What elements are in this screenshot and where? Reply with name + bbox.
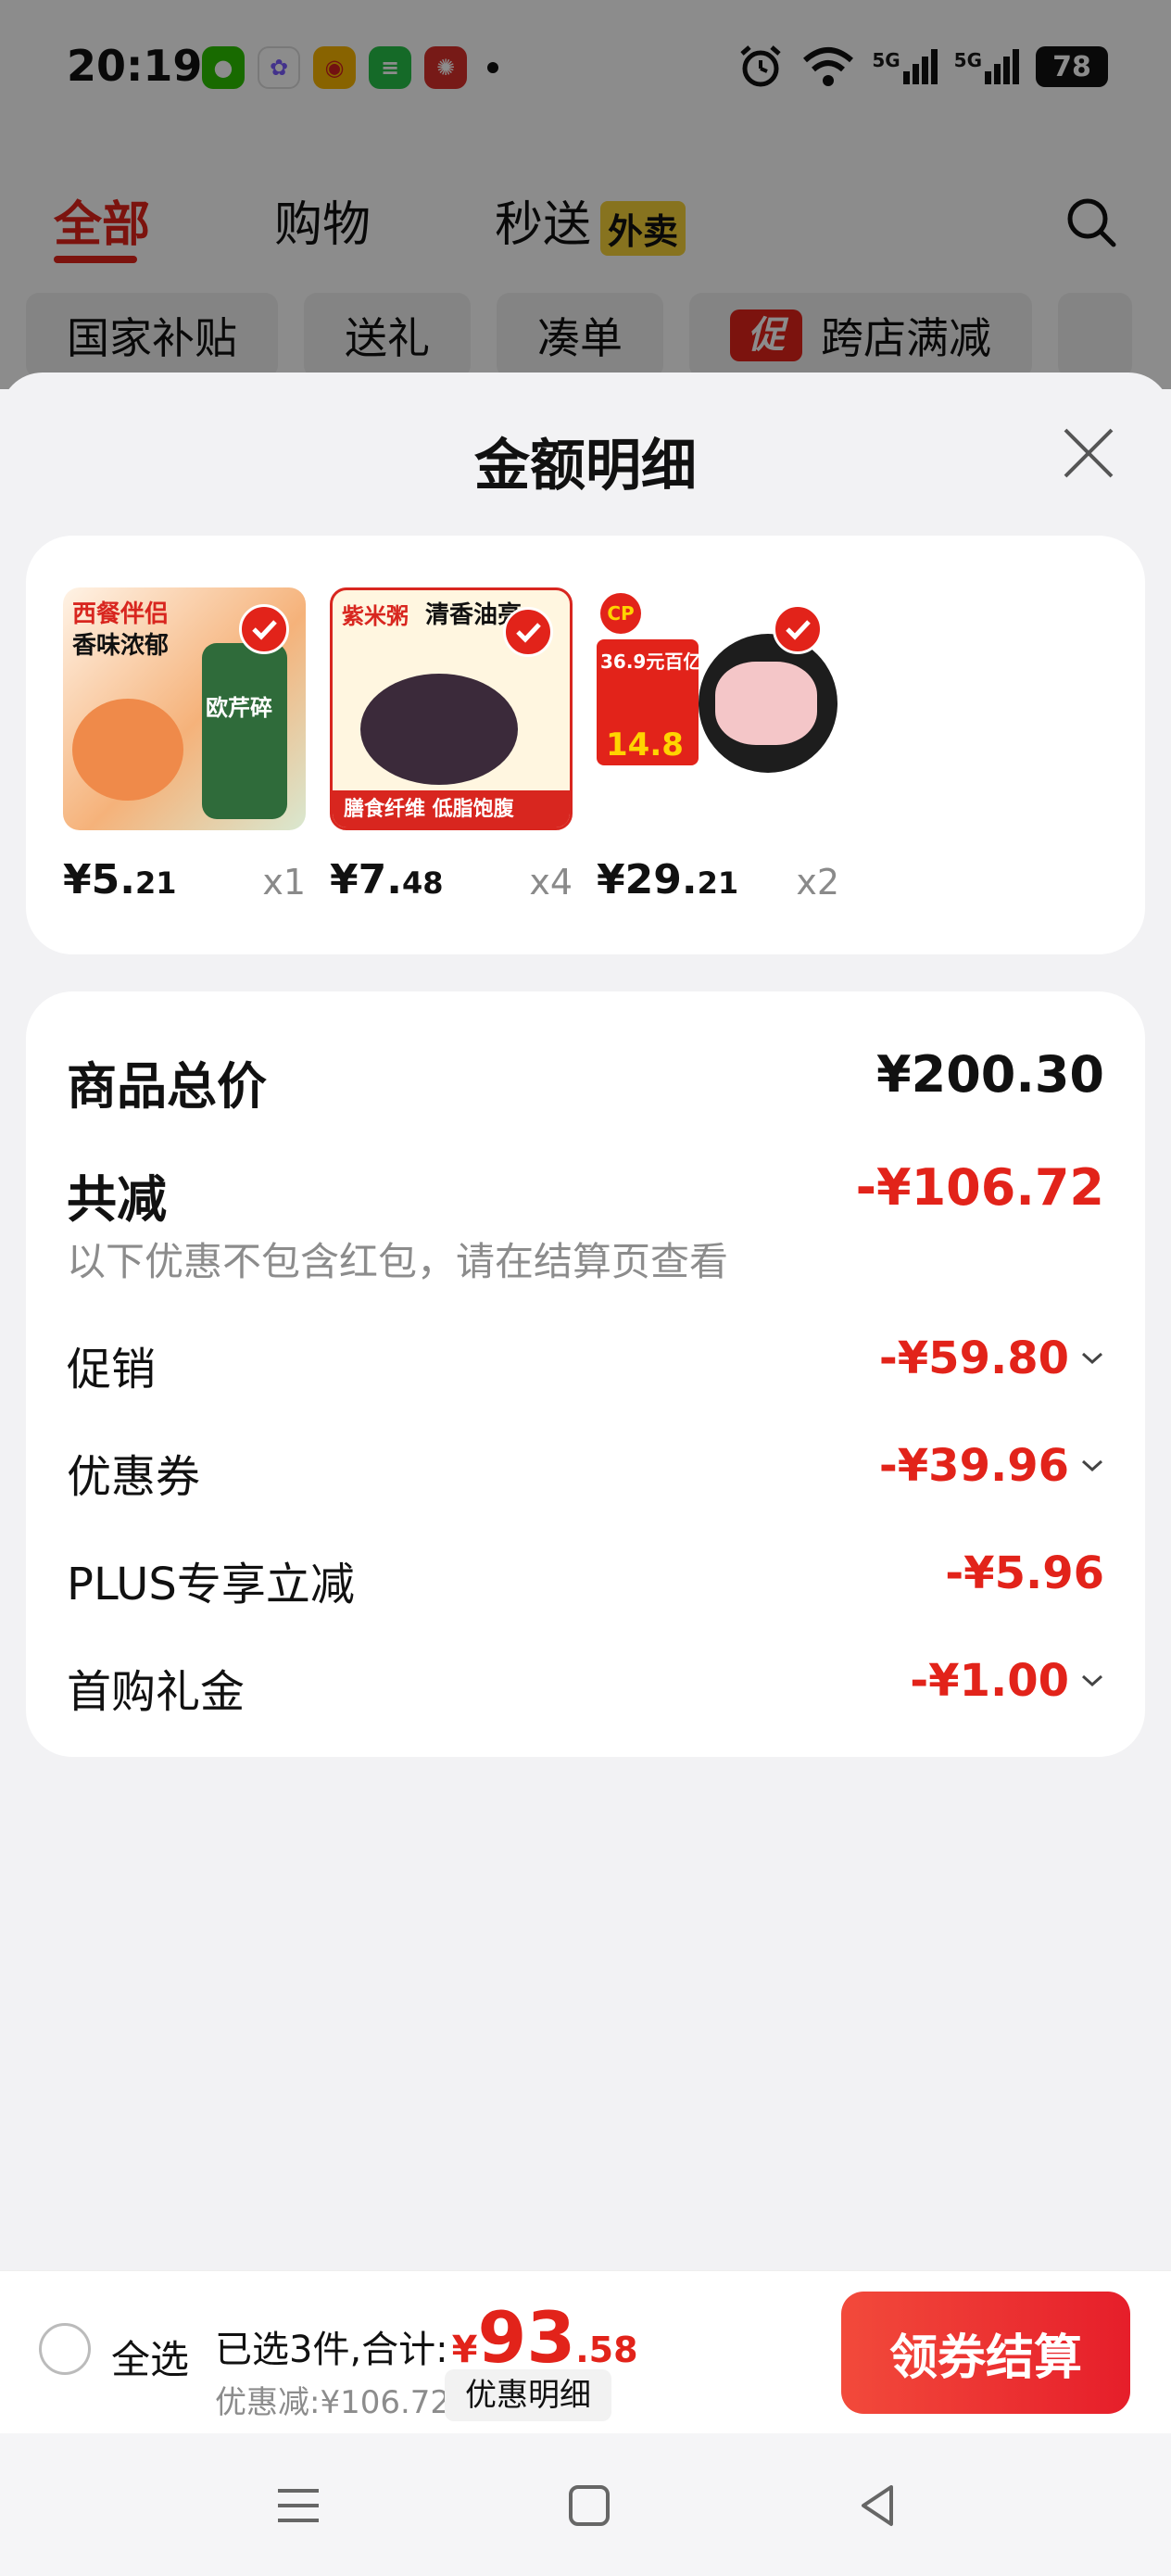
- product-image-text: 36.9元百亿: [600, 650, 702, 673]
- product-quantity: x2: [796, 862, 839, 903]
- rice-bowl-graphic: [360, 674, 518, 785]
- discount-detail-button[interactable]: 优惠明细: [445, 2369, 611, 2421]
- total-price-value: ¥200.30: [876, 1045, 1104, 1104]
- sheet-title: 金额明细: [474, 434, 697, 499]
- product-image-text: 香味浓郁: [72, 632, 170, 660]
- chevron-down-icon: [1081, 1352, 1103, 1365]
- products-card: 西餐伴侣 香味浓郁 欧芹碎 ¥5.21 x1 紫米粥 清香油亮 膳食纤维 低脂饱…: [26, 536, 1145, 954]
- close-icon[interactable]: [1060, 424, 1117, 482]
- selected-check-icon: [503, 607, 553, 657]
- select-all-label[interactable]: 全选: [111, 2329, 189, 2385]
- back-icon[interactable]: [850, 2481, 906, 2530]
- product-item[interactable]: 西餐伴侣 香味浓郁 欧芹碎 ¥5.21 x1: [63, 587, 306, 903]
- checkout-button[interactable]: 领券结算: [841, 2292, 1130, 2414]
- product-image-text: 紫米粥: [342, 603, 409, 629]
- checkout-bar: 全选 已选3件,合计: ¥ 93 .58 优惠减:¥106.72 优惠明细 领券…: [0, 2270, 1171, 2433]
- product-image-text: 西餐伴侣: [72, 600, 170, 628]
- chevron-down-icon: [1081, 1674, 1103, 1687]
- brand-logo: CP: [600, 593, 641, 634]
- food-graphic: [72, 699, 183, 801]
- product-quantity: x1: [262, 862, 306, 903]
- product-price: ¥29.21: [597, 856, 739, 903]
- select-all-radio[interactable]: [39, 2323, 91, 2375]
- plus-discount-amount: -¥5.96: [945, 1547, 1104, 1599]
- modal-overlay[interactable]: [0, 0, 1171, 389]
- home-icon[interactable]: [561, 2481, 617, 2530]
- product-image: 紫米粥 清香油亮 膳食纤维 低脂饱腹: [330, 587, 573, 830]
- product-price: ¥7.48: [330, 856, 444, 903]
- summary-card: 商品总价 ¥200.30 共减 -¥106.72 以下优惠不包含红包，请在结算页…: [26, 991, 1145, 1757]
- total-amount-integer: 93: [477, 2296, 576, 2379]
- selected-check-icon: [773, 604, 823, 654]
- total-price-row: 商品总价 ¥200.30: [67, 1045, 1104, 1116]
- selected-summary: 已选3件,合计: ¥ 93 .58: [215, 2296, 638, 2379]
- chevron-down-icon: [1081, 1459, 1103, 1472]
- product-image: CP 36.9元百亿 14.8: [597, 587, 839, 830]
- product-item[interactable]: CP 36.9元百亿 14.8 ¥29.21 x2: [597, 587, 839, 903]
- product-price: ¥5.21: [63, 856, 177, 903]
- total-amount-decimal: .58: [575, 2330, 638, 2370]
- first-purchase-gift-value: -¥1.00: [910, 1655, 1104, 1707]
- first-purchase-gift-amount: -¥1.00: [910, 1655, 1069, 1707]
- product-item[interactable]: 紫米粥 清香油亮 膳食纤维 低脂饱腹 ¥7.48 x4: [330, 587, 573, 903]
- discount-summary: 优惠减:¥106.72: [215, 2384, 451, 2421]
- promotion-amount: -¥59.80: [878, 1332, 1069, 1384]
- first-purchase-gift-row[interactable]: 首购礼金 -¥1.00: [67, 1655, 1104, 1718]
- total-reduction-value: -¥106.72: [855, 1158, 1104, 1217]
- coupon-value: -¥39.96: [879, 1440, 1104, 1492]
- reduction-note: 以下优惠不包含红包，请在结算页查看: [67, 1239, 729, 1284]
- product-quantity: x4: [529, 862, 573, 903]
- system-nav-bar: [0, 2433, 1171, 2576]
- promotion-row[interactable]: 促销 -¥59.80: [67, 1332, 1104, 1395]
- coupon-row[interactable]: 优惠券 -¥39.96: [67, 1440, 1104, 1503]
- promotion-value: -¥59.80: [879, 1332, 1104, 1384]
- total-currency: ¥: [451, 2329, 478, 2371]
- jar-graphic: [202, 643, 287, 819]
- product-image-text: 14.8: [606, 726, 684, 764]
- chicken-feet-graphic: [715, 662, 817, 745]
- menu-icon[interactable]: [271, 2481, 326, 2530]
- coupon-amount: -¥39.96: [878, 1440, 1069, 1492]
- product-image-text: 膳食纤维 低脂饱腹: [344, 798, 514, 821]
- product-image: 西餐伴侣 香味浓郁 欧芹碎: [63, 587, 306, 830]
- plus-discount-value: -¥5.96: [945, 1547, 1104, 1599]
- total-reduction-row: 共减 -¥106.72: [67, 1158, 1104, 1229]
- product-image-text: 欧芹碎: [206, 695, 272, 721]
- plus-discount-row: PLUS专享立减 -¥5.96: [67, 1547, 1104, 1610]
- amount-detail-sheet: 金额明细 西餐伴侣 香味浓郁 欧芹碎 ¥5.21 x1 紫米粥 清香油亮 膳食纤…: [0, 373, 1171, 2576]
- selected-check-icon: [239, 604, 289, 654]
- selected-count-label: 已选3件,合计:: [215, 2329, 448, 2371]
